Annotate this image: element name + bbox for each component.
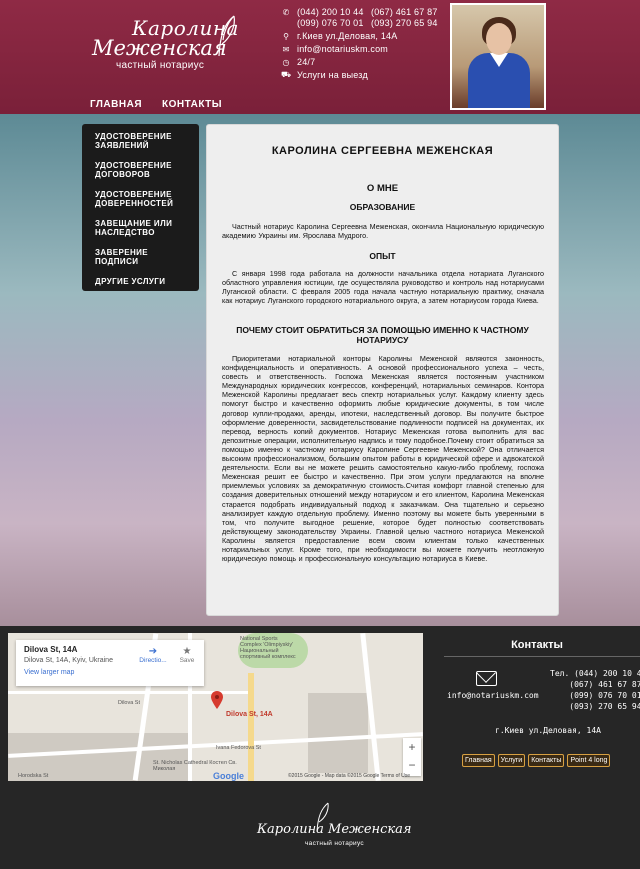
footer-links: Главная Услуги Контакты Point 4 long [462,754,611,767]
main-area: УДОСТОВЕРЕНИЕ ЗАЯВЛЕНИЙ УДОСТОВЕРЕНИЕ ДО… [0,114,640,626]
map-label-ivana: Ivana Fedorova St [216,745,261,751]
feather-icon [218,15,235,57]
site-header: Каролина Меженская частный нотариус ✆ (0… [0,0,640,114]
phone-icon: ✆ [282,7,290,17]
phone-2[interactable]: (067) 461 67 87 [371,7,438,17]
map-label-stadium: National Sports Complex 'Olimpiyskiy' На… [240,636,296,660]
footer-email[interactable]: info@notariuskm.com [447,691,539,700]
logo-line2: Меженская [92,36,227,60]
map-pin-icon [211,691,223,709]
star-icon: ★ [182,646,192,657]
header-address: г.Киев ул.Деловая, 14А [297,31,398,41]
page-title: КАРОЛИНА СЕРГЕЕВНА МЕЖЕНСКАЯ [271,145,494,157]
save-label: Save [179,657,195,664]
why-heading: ПОЧЕМУ СТОИТ ОБРАТИТЬСЯ ЗА ПОМОЩЬЮ ИМЕНН… [236,325,529,345]
map-card-title: Dilova St, 14A [24,645,78,654]
map-zoom-control[interactable]: + − [403,738,421,776]
save-button[interactable]: ★ Save [174,646,200,664]
menu-item-signature[interactable]: ЗАВЕРЕНИЕ ПОДПИСИ [95,248,193,266]
why-text: Приоритетами нотариальной конторы Кароли… [222,354,544,564]
directions-icon: ➔ [148,646,158,657]
zoom-in-button[interactable]: + [403,738,421,756]
notary-portrait [450,3,546,110]
education-heading: ОБРАЗОВАНИЕ [349,202,416,212]
outcall-row: ⛟ Услуги на выезд [280,69,368,81]
mail-icon: ✉ [282,44,290,54]
footer-link-contacts[interactable]: Контакты [528,754,565,767]
menu-item-statements[interactable]: УДОСТОВЕРЕНИЕ ЗАЯВЛЕНИЙ [95,132,193,150]
experience-heading: ОПЫТ [369,251,396,261]
header-outcall: Услуги на выезд [297,70,368,80]
logo-subtitle: частный нотариус [116,60,205,71]
view-larger-map-link[interactable]: View larger map [24,669,196,676]
nav-contacts[interactable]: КОНТАКТЫ [162,99,222,110]
about-heading: О МНЕ [366,183,399,194]
directions-label: Directio... [139,657,167,664]
phone-4[interactable]: (093) 270 65 94 [371,18,438,28]
address-row: ⚲ г.Киев ул.Деловая, 14А [280,30,397,42]
menu-item-power-of-attorney[interactable]: УДОСТОВЕРЕНИЕ ДОВЕРЕННОСТЕЙ [95,190,193,208]
menu-item-contracts[interactable]: УДОСТОВЕРЕНИЕ ДОГОВОРОВ [95,161,193,179]
footer-contacts-title: Контакты [511,639,563,651]
footer-link-home[interactable]: Главная [462,754,495,767]
map-label-dilova: Dilova St [118,700,141,706]
experience-text: С января 1998 года работала на должности… [222,269,544,306]
top-nav: ГЛАВНАЯ КОНТАКТЫ [90,99,222,110]
education-text: Частный нотариус Каролина Сергеевна Меже… [222,222,544,241]
footer-logo[interactable]: Каролина Меженская частный нотариус [255,802,412,858]
nav-home[interactable]: ГЛАВНАЯ [90,99,142,110]
car-icon: ⛟ [280,70,292,79]
side-menu: УДОСТОВЕРЕНИЕ ЗАЯВЛЕНИЙ УДОСТОВЕРЕНИЕ ДО… [82,124,199,291]
map-attribution[interactable]: ©2015 Google - Map data ©2015 Google Ter… [288,773,410,779]
logo[interactable]: Каролина Меженская частный нотариус [88,14,248,74]
footer-divider [444,656,640,657]
google-logo: Google [213,771,244,781]
location-icon: ⚲ [283,31,289,41]
map-info-card: Dilova St, 14A Dilova St, 14A, Kyiv, Ukr… [16,640,204,686]
google-map[interactable]: National Sports Complex 'Olimpiyskiy' На… [8,633,423,781]
map-card-address: Dilova St, 14A, Kyiv, Ukraine [24,657,113,664]
menu-item-other-services[interactable]: ДРУГИЕ УСЛУГИ [95,277,193,286]
directions-button[interactable]: ➔ Directio... [136,646,170,664]
footer-phones: Тел. (044) 200 10 44 (067) 461 67 87 (09… [550,669,640,711]
footer-link-point4[interactable]: Point 4 long [567,754,611,767]
email-row: ✉ info@notariuskm.com [280,43,388,55]
envelope-icon [476,671,497,686]
phone-row-2b: (093) 270 65 94 [371,17,438,29]
footer-link-services[interactable]: Услуги [497,754,526,767]
map-label-horodska: Horodska St [18,773,49,779]
phone-row-2: (099) 076 70 01 [297,17,364,29]
phone-3[interactable]: (099) 076 70 01 [297,18,364,28]
content-panel: КАРОЛИНА СЕРГЕЕВНА МЕЖЕНСКАЯ О МНЕ ОБРАЗ… [206,124,559,616]
header-hours: 24/7 [297,57,316,67]
site-footer: National Sports Complex 'Olimpiyskiy' На… [0,626,640,869]
phone-1[interactable]: (044) 200 10 44 [297,7,364,17]
footer-logo-sub: частный нотариус [305,840,364,847]
hours-row: ◷ 24/7 [280,56,316,68]
header-email[interactable]: info@notariuskm.com [297,44,388,54]
menu-item-will-inheritance[interactable]: ЗАВЕЩАНИЕ ИЛИ НАСЛЕДСТВО [95,219,193,237]
footer-address: г.Киев ул.Деловая, 14А [495,726,601,735]
zoom-out-button[interactable]: − [403,756,421,774]
footer-logo-text: Каролина Меженская [257,822,412,837]
clock-icon: ◷ [282,57,290,67]
map-pin-label: Dilova St, 14A [226,711,273,718]
